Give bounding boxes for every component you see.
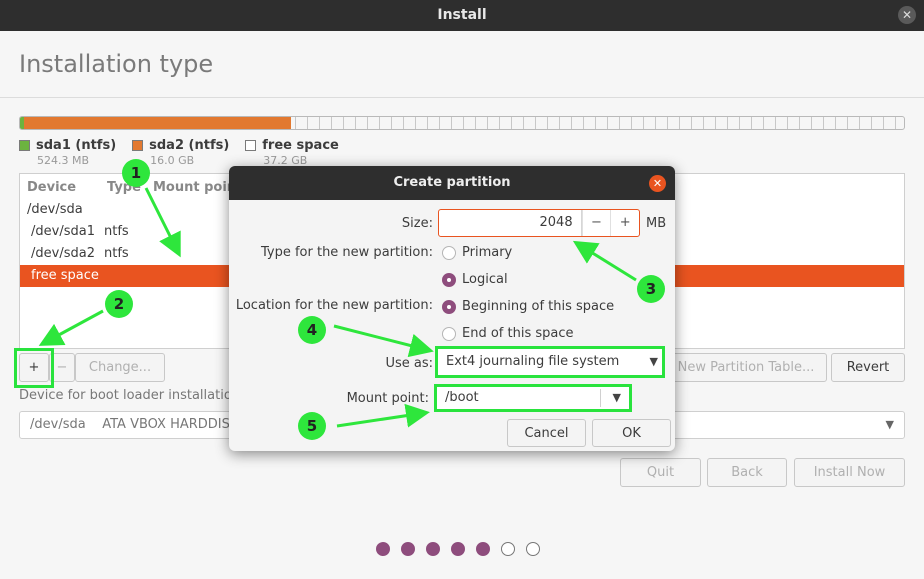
legend-swatch-free-space	[245, 140, 257, 151]
mount-point-label: Mount point:	[346, 391, 429, 406]
chevron-down-icon[interactable]: ▼	[613, 387, 621, 409]
combobox-divider	[600, 389, 601, 407]
size-unit: MB	[646, 216, 667, 231]
legend-swatch-sda1	[19, 140, 30, 151]
annotation-badge-1: 1	[122, 159, 150, 187]
progress-dot	[501, 542, 515, 556]
cell-type: ntfs	[104, 224, 129, 239]
quit-button[interactable]: Quit	[620, 458, 701, 487]
radio-primary[interactable]: Primary	[442, 245, 512, 260]
size-spinbox[interactable]: 2048 − +	[438, 209, 640, 237]
size-input[interactable]: 2048	[439, 210, 582, 236]
use-as-value: Ext4 journaling file system	[446, 354, 620, 369]
partition-legend: sda1 (ntfs) 524.3 MB sda2 (ntfs) 16.0 GB…	[19, 138, 355, 167]
divider	[0, 97, 924, 98]
location-label: Location for the new partition:	[235, 298, 433, 313]
cell-device: /dev/sda2	[31, 246, 95, 261]
radio-label: Logical	[462, 272, 508, 287]
revert-button[interactable]: Revert	[831, 353, 905, 382]
cell-device: free space	[31, 268, 99, 283]
legend-name: free space	[262, 138, 339, 153]
install-now-button[interactable]: Install Now	[794, 458, 905, 487]
size-label: Size:	[401, 216, 433, 231]
legend-item-sda1: sda1 (ntfs) 524.3 MB	[19, 138, 116, 167]
partition-bar-sda2	[24, 117, 291, 129]
use-as-label: Use as:	[385, 356, 433, 371]
new-partition-table-button[interactable]: New Partition Table...	[665, 353, 827, 382]
legend-item-free-space: free space 37.2 GB	[245, 138, 339, 167]
chevron-down-icon: ▼	[649, 355, 658, 368]
progress-dots	[376, 542, 551, 556]
change-partition-button[interactable]: Change...	[75, 353, 165, 382]
size-decrement-button[interactable]: −	[581, 210, 611, 236]
annotation-highlight-add	[14, 348, 54, 388]
legend-size: 524.3 MB	[37, 154, 90, 167]
legend-size: 16.0 GB	[150, 154, 195, 167]
progress-dot	[401, 542, 415, 556]
radio-button[interactable]	[442, 245, 456, 260]
progress-dot	[476, 542, 490, 556]
cell-device: /dev/sda	[27, 202, 83, 217]
column-device[interactable]: Device	[27, 180, 76, 195]
radio-end[interactable]: End of this space	[442, 326, 574, 341]
window-titlebar: Install ✕	[0, 0, 924, 31]
cancel-button[interactable]: Cancel	[507, 419, 586, 447]
progress-dot	[376, 542, 390, 556]
radio-logical[interactable]: Logical	[442, 272, 508, 287]
size-increment-button[interactable]: +	[610, 210, 639, 236]
boot-loader-label: Device for boot loader installation:	[19, 388, 245, 403]
legend-name: sda1 (ntfs)	[36, 138, 117, 153]
radio-button-checked[interactable]	[442, 272, 456, 287]
radio-label: End of this space	[462, 326, 574, 341]
partition-bar	[19, 116, 905, 130]
annotation-badge-2: 2	[105, 290, 133, 318]
dialog-close-icon[interactable]: ✕	[649, 175, 666, 192]
window-close-icon[interactable]: ✕	[898, 6, 916, 24]
annotation-badge-5: 5	[298, 412, 326, 440]
progress-dot	[426, 542, 440, 556]
mount-point-combobox[interactable]: /boot ▼	[434, 384, 632, 412]
radio-label: Primary	[462, 245, 513, 260]
radio-label: Beginning of this space	[462, 299, 615, 314]
radio-beginning[interactable]: Beginning of this space	[442, 299, 614, 314]
legend-swatch-sda2	[132, 140, 144, 151]
chevron-down-icon: ▼	[885, 418, 894, 431]
window-title: Install	[437, 7, 487, 23]
dialog-titlebar: Create partition	[229, 166, 675, 200]
mount-point-value[interactable]: /boot	[445, 390, 479, 405]
progress-dot	[451, 542, 465, 556]
progress-dot	[526, 542, 540, 556]
boot-loader-value: /dev/sda ATA VBOX HARDDISK	[30, 417, 239, 432]
cell-type: ntfs	[104, 246, 129, 261]
type-label: Type for the new partition:	[260, 245, 433, 260]
radio-button-checked[interactable]	[442, 299, 456, 314]
create-partition-dialog: Create partition ✕ Size: 2048 − + MB Typ…	[229, 166, 675, 451]
legend-item-sda2: sda2 (ntfs) 16.0 GB	[132, 138, 229, 167]
use-as-dropdown[interactable]: Ext4 journaling file system ▼	[435, 346, 665, 378]
cell-device: /dev/sda1	[31, 224, 95, 239]
back-button[interactable]: Back	[707, 458, 787, 487]
annotation-badge-4: 4	[298, 316, 326, 344]
annotation-badge-3: 3	[637, 275, 665, 303]
dialog-title: Create partition	[393, 175, 511, 190]
page-title: Installation type	[19, 50, 214, 78]
ok-button[interactable]: OK	[592, 419, 671, 447]
legend-name: sda2 (ntfs)	[149, 138, 230, 153]
radio-button[interactable]	[442, 326, 456, 341]
